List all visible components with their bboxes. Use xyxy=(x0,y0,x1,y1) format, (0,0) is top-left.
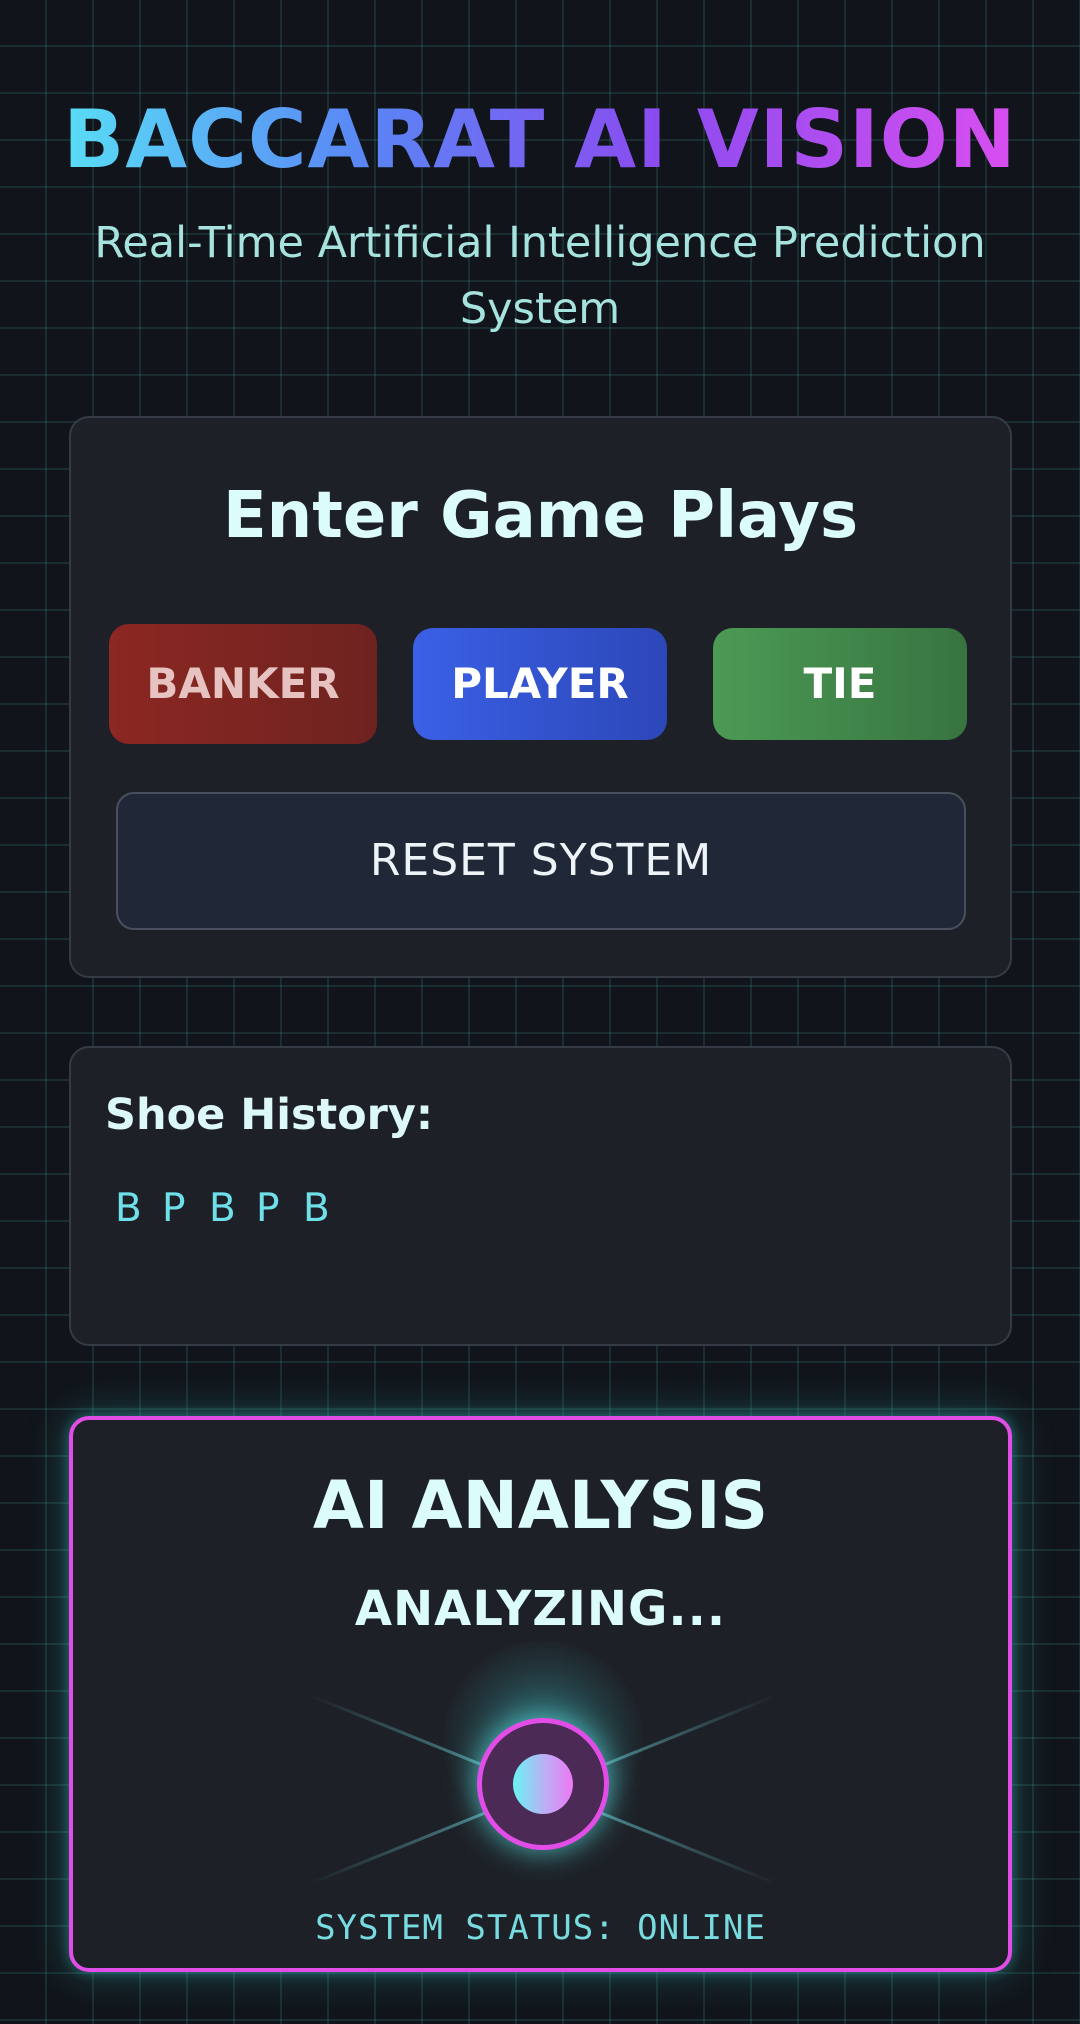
game-plays-panel: Enter Game Plays BANKER PLAYER TIE RESET… xyxy=(69,416,1012,978)
app-subtitle: Real-Time Artificial Intelligence Predic… xyxy=(94,218,986,334)
app-header: BACCARAT AI VISION Real-Time Artificial … xyxy=(0,88,1080,342)
history-item: B xyxy=(115,1186,142,1231)
reset-system-button[interactable]: RESET SYSTEM xyxy=(116,792,966,930)
panel-title: Enter Game Plays xyxy=(222,479,859,553)
ai-orb-graphic xyxy=(293,1640,793,1890)
history-list: B P B P B xyxy=(115,1186,350,1231)
history-item: B xyxy=(209,1186,236,1231)
banker-button[interactable]: BANKER xyxy=(109,624,377,744)
system-status-text: SYSTEM STATUS: ONLINE xyxy=(315,1908,766,1948)
history-item: B xyxy=(303,1186,330,1231)
orb-core-icon xyxy=(513,1754,573,1814)
history-item: P xyxy=(256,1186,280,1231)
history-title: Shoe History: xyxy=(105,1090,434,1140)
player-button[interactable]: PLAYER xyxy=(413,628,667,740)
shoe-history-panel: Shoe History: B P B P B xyxy=(69,1046,1012,1346)
app-title: BACCARAT AI VISION xyxy=(63,88,1017,192)
ai-analysis-panel: AI ANALYSIS ANALYZING... SYSTEM STATUS: … xyxy=(69,1416,1012,1972)
history-item: P xyxy=(162,1186,186,1231)
analysis-status-text: ANALYZING... xyxy=(354,1581,727,1637)
tie-button[interactable]: TIE xyxy=(713,628,967,740)
ai-analysis-title: AI ANALYSIS xyxy=(312,1467,769,1544)
